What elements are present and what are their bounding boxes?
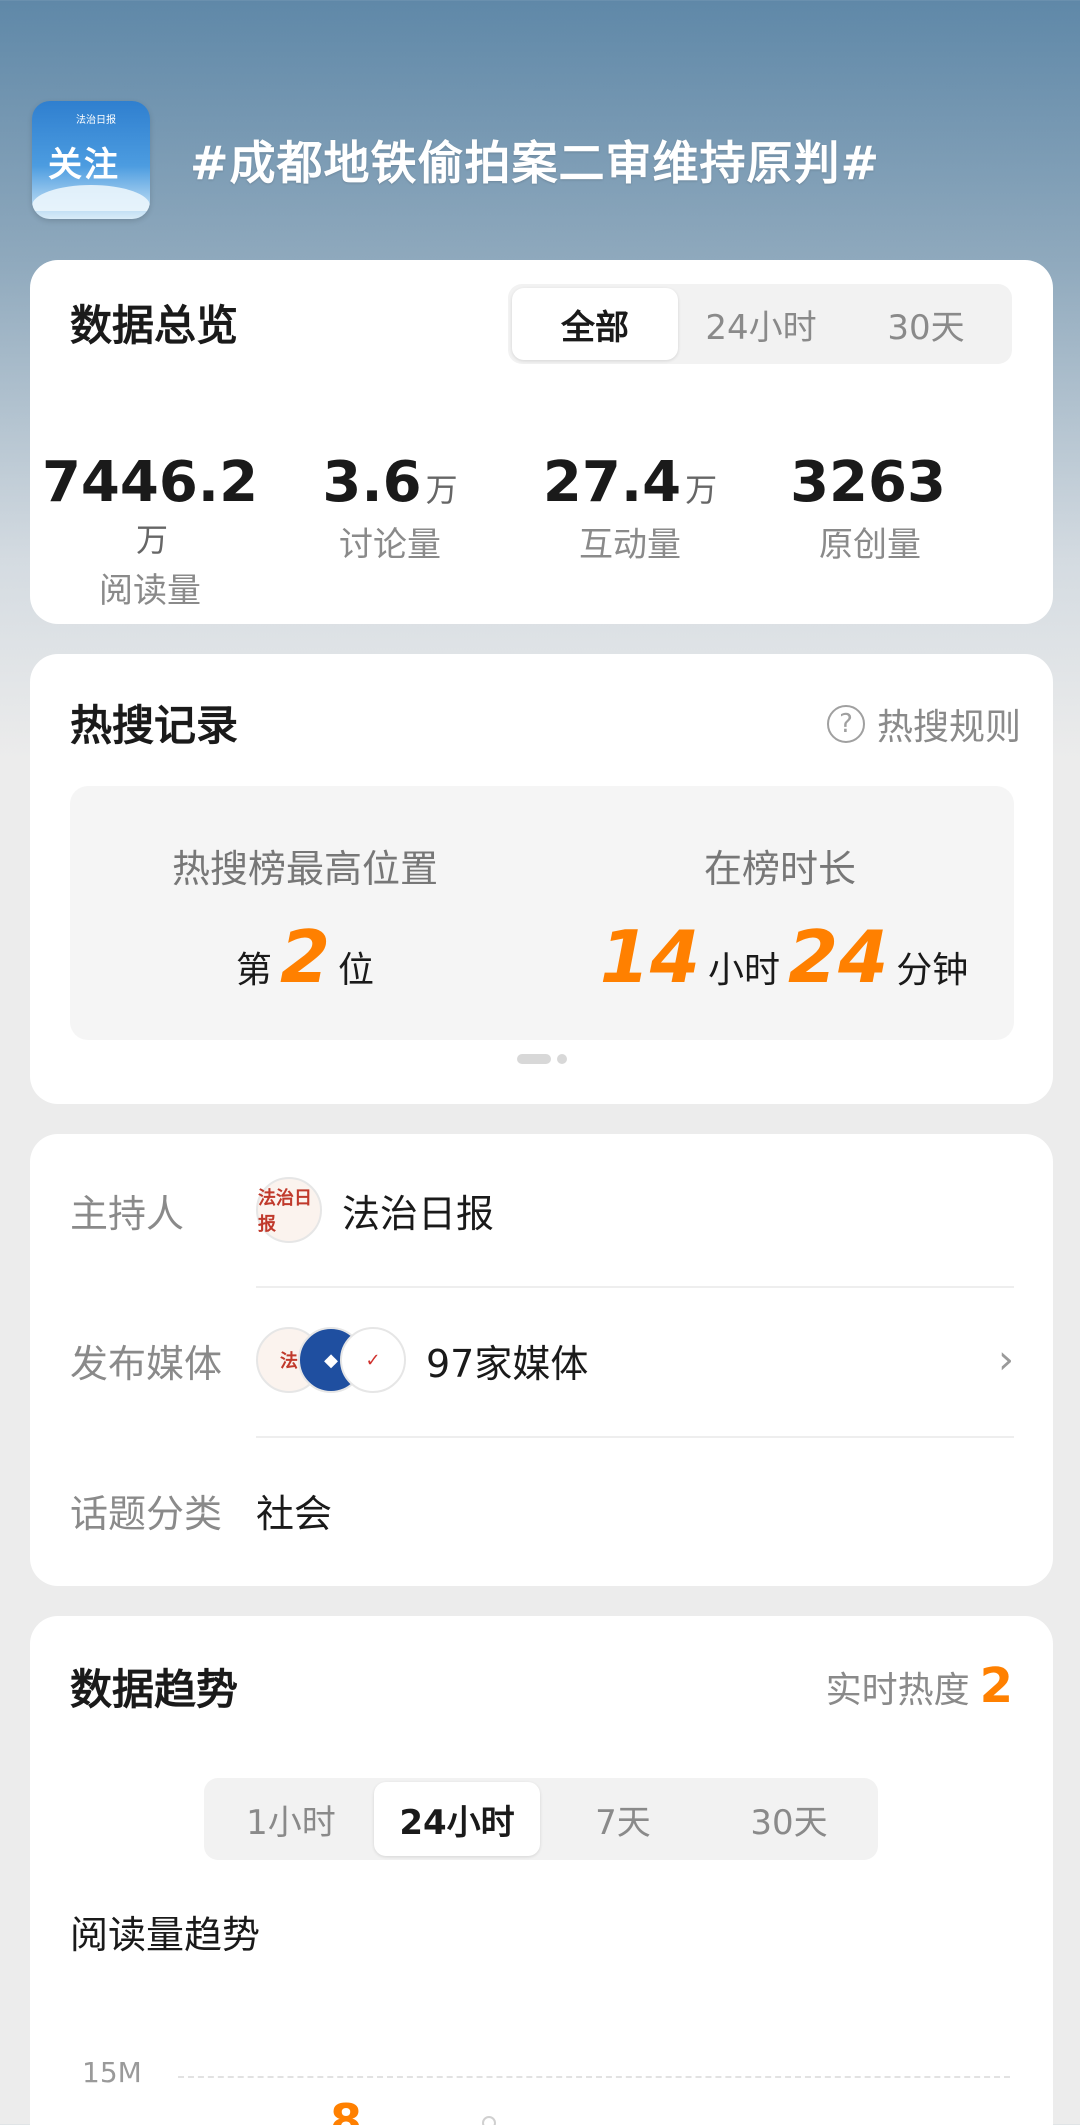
highest-rank-value-row: 第 2 位 [140, 915, 470, 999]
tab-7d[interactable]: 7天 [540, 1782, 706, 1856]
chart-point [482, 2116, 496, 2125]
rank-suffix: 位 [338, 950, 375, 991]
trend-card: 数据趋势 实时热度 2 1小时 24小时 7天 30天 阅读量趋势 15M 8 [30, 1616, 1053, 2125]
trend-period-tabs: 1小时 24小时 7天 30天 [204, 1778, 878, 1860]
info-divider [256, 1436, 1014, 1438]
stat-discussions: 3.6 万 讨论量 [270, 450, 510, 612]
stat-reads-label: 阅读量 [99, 571, 201, 611]
stat-reads: 7446.2 万 阅读量 [30, 450, 270, 612]
stat-reads-unit: 万 [135, 521, 168, 559]
hot-search-rules-label: 热搜规则 [876, 707, 1021, 748]
host-key: 主持人 [70, 1191, 185, 1236]
stat-reads-value: 7446.2 [41, 450, 259, 515]
media-count: 97家媒体 [426, 1341, 589, 1386]
topic-header: 法治日报 关注 #成都地铁偷拍案二审维持原判# [32, 100, 1048, 220]
tab-1h[interactable]: 1小时 [208, 1782, 374, 1856]
duration-minutes-value: 24 [788, 915, 889, 999]
topic-logo-publisher: 法治日报 [76, 115, 116, 126]
chevron-right-icon: › [998, 1337, 1014, 1383]
media-avatar-stack: 法 ◆ ✓ [256, 1327, 406, 1393]
host-logo-avatar: 法治日报 [256, 1177, 322, 1243]
stat-interactions-label: 互动量 [579, 525, 681, 565]
topic-logo: 法治日报 关注 [32, 101, 150, 219]
duration-hours-unit: 小时 [707, 950, 780, 991]
tab-24h[interactable]: 24小时 [374, 1782, 540, 1856]
rank-value: 2 [279, 915, 331, 999]
carousel-dot-active [516, 1054, 551, 1064]
stat-interactions-value: 27.4 [542, 450, 682, 515]
topic-info-card: 主持人 法治日报 法治日报 发布媒体 法 ◆ ✓ 97家媒体 › 话题分类 社会 [30, 1134, 1053, 1586]
overview-stats: 7446.2万 阅读量 3.6 万 讨论量 27.4 万 互动量 3263 原创量 [30, 450, 1053, 612]
realtime-heat: 实时热度 2 [826, 1658, 1013, 1714]
duration-minutes-unit: 分钟 [896, 950, 969, 991]
host-row[interactable]: 主持人 法治日报 法治日报 [70, 1168, 1014, 1252]
overview-period-tabs: 全部 24小时 30天 [508, 284, 1012, 364]
category-value: 社会 [256, 1491, 333, 1536]
info-divider [256, 1286, 1014, 1288]
y-tick-label: 15M [82, 2056, 142, 2089]
stat-discussions-unit: 万 [425, 471, 458, 509]
duration-value-row: 14 小时 24 分钟 [570, 915, 990, 999]
realtime-heat-value: 2 [979, 1658, 1013, 1714]
tab-24h[interactable]: 24小时 [678, 288, 844, 360]
duration-label: 在榜时长 [703, 847, 856, 891]
topic-logo-ice-graphic [32, 185, 150, 211]
duration-block: 在榜时长 14 小时 24 分钟 [570, 838, 990, 999]
read-trend-title: 阅读量趋势 [70, 1913, 261, 1957]
tab-30d[interactable]: 30天 [844, 288, 1008, 360]
highest-rank-label: 热搜榜最高位置 [171, 847, 438, 891]
hot-search-card: 热搜记录 ? 热搜规则 热搜榜最高位置 第 2 位 在榜时长 14 小时 24 … [30, 654, 1053, 1104]
tab-all[interactable]: 全部 [512, 288, 678, 360]
host-name: 法治日报 [342, 1191, 495, 1236]
topic-logo-text: 关注 [48, 145, 120, 185]
realtime-heat-label: 实时热度 [825, 1670, 970, 1711]
media-key: 发布媒体 [70, 1341, 223, 1386]
question-icon: ? [826, 705, 865, 743]
media-avatar-3: ✓ [340, 1327, 406, 1393]
stat-discussions-label: 讨论量 [339, 525, 441, 565]
stat-originals-label: 原创量 [819, 525, 921, 565]
hot-search-stats-box[interactable]: 热搜榜最高位置 第 2 位 在榜时长 14 小时 24 分钟 [70, 786, 1014, 1040]
category-key: 话题分类 [70, 1491, 223, 1536]
stat-discussions-value: 3.6 [322, 450, 422, 515]
rank-prefix: 第 [235, 950, 272, 991]
category-row: 话题分类 社会 [70, 1468, 1014, 1552]
carousel-indicator [30, 1054, 1053, 1064]
chart-data-label: 8 [330, 2094, 363, 2125]
stat-interactions-unit: 万 [685, 471, 718, 509]
chart-gridline [178, 2076, 1010, 2078]
highest-rank-block: 热搜榜最高位置 第 2 位 [140, 838, 470, 999]
media-row[interactable]: 发布媒体 法 ◆ ✓ 97家媒体 › [70, 1318, 1014, 1402]
trend-title: 数据趋势 [70, 1665, 239, 1714]
overview-title: 数据总览 [70, 301, 239, 350]
hot-search-rules-link[interactable]: ? 热搜规则 [826, 698, 1021, 750]
overview-card: 数据总览 全部 24小时 30天 7446.2万 阅读量 3.6 万 讨论量 27… [30, 260, 1053, 624]
carousel-dot [556, 1054, 567, 1064]
topic-title: #成都地铁偷拍案二审维持原判# [190, 136, 881, 190]
tab-30d[interactable]: 30天 [706, 1782, 872, 1856]
stat-originals-value: 3263 [790, 450, 946, 515]
hot-search-title: 热搜记录 [70, 701, 239, 750]
duration-hours-value: 14 [599, 915, 700, 999]
stat-interactions: 27.4 万 互动量 [510, 450, 750, 612]
stat-originals: 3263 原创量 [750, 450, 990, 612]
